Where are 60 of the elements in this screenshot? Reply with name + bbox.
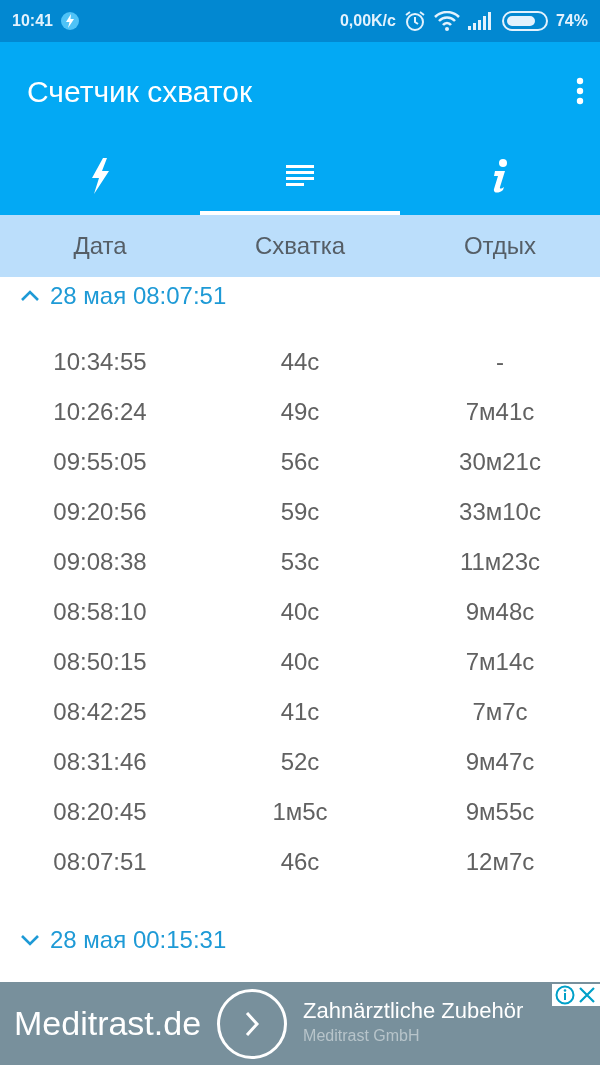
- table-cell-text: 41с: [279, 697, 321, 727]
- table-cell-text: 10:34:55: [52, 347, 148, 377]
- table-cell-text: 33м10с: [458, 497, 542, 527]
- table-cell-text: 08:42:25: [52, 697, 148, 727]
- ad-advertiser: Meditrast GmbH: [303, 1025, 421, 1046]
- table-cell-text: 08:58:10: [52, 597, 148, 627]
- table-cell-text: 9м48с: [464, 597, 536, 627]
- ad-banner[interactable]: Meditrast.de Zahnärztliche Zubehör Meditrast GmbH: [0, 982, 600, 1065]
- table-cell-text: 09:20:56: [52, 497, 148, 527]
- table-cell-text: 08:07:51: [52, 847, 148, 877]
- group-header[interactable]: 28 мая 08:07:51: [0, 277, 227, 315]
- table-cell-text: 10:26:24: [52, 397, 148, 427]
- column-header[interactable]: Отдых: [400, 228, 600, 264]
- table-cell-text: 08:20:45: [52, 797, 148, 827]
- table-cell-text: 49с: [279, 397, 321, 427]
- table-cell-text: 9м47с: [464, 747, 536, 777]
- more-options-icon[interactable]: [576, 77, 584, 105]
- table-cell-text: 08:31:46: [52, 747, 148, 777]
- app-title: Счетчик схваток: [27, 73, 253, 110]
- ad-brand: Meditrast.de: [13, 1003, 202, 1044]
- table-cell-text: 09:08:38: [52, 547, 148, 577]
- alarm-icon: [403, 10, 426, 32]
- wifi-icon: [433, 11, 460, 31]
- status-time: 10:41: [12, 11, 53, 31]
- table-cell-text: 30м21с: [458, 447, 542, 477]
- group-header[interactable]: 28 мая 00:15:31: [0, 921, 227, 959]
- table-cell-text: 9м55с: [464, 797, 536, 827]
- table-cell-text: 40с: [279, 647, 321, 677]
- table-cell-text: 1м5с: [271, 797, 329, 827]
- table-cell-text: 11м23с: [458, 547, 542, 577]
- table-cell-text: 44с: [279, 347, 321, 377]
- table-cell-text: 40с: [279, 597, 321, 627]
- table-cell-text: 46с: [279, 847, 321, 877]
- ad-headline: Zahnärztliche Zubehör: [303, 999, 524, 1024]
- table-cell-text: 12м7с: [464, 847, 536, 877]
- chevron-up-icon: [20, 290, 40, 302]
- column-header[interactable]: Дата: [0, 228, 200, 264]
- battery-icon: [501, 11, 548, 31]
- close-icon[interactable]: [577, 985, 597, 1005]
- table-cell-text: 52с: [279, 747, 321, 777]
- chevron-right-icon: [244, 1009, 261, 1038]
- ad-open-button[interactable]: [217, 988, 288, 1059]
- list-icon: [286, 164, 314, 187]
- bolt-icon: [89, 157, 111, 194]
- table-cell-text: 56с: [279, 447, 321, 477]
- table-cell-text: 53с: [279, 547, 321, 577]
- charging-icon: [60, 12, 79, 30]
- table-cell-text: 7м7с: [471, 697, 529, 727]
- table-cell-text: 7м41с: [464, 397, 536, 427]
- network-speed: 0,00K/c: [339, 11, 396, 31]
- chevron-down-icon: [20, 934, 40, 946]
- table-cell-text: -: [495, 347, 505, 377]
- info-icon[interactable]: [555, 985, 575, 1005]
- table-cell-text: 59с: [279, 497, 321, 527]
- signal-icon: [467, 12, 494, 30]
- battery-percent: 74%: [555, 11, 588, 31]
- table-cell-text: 09:55:05: [52, 447, 148, 477]
- table-cell-text: 08:50:15: [52, 647, 148, 677]
- column-header[interactable]: Схватка: [200, 228, 400, 264]
- table-cell-text: 7м14с: [464, 647, 536, 677]
